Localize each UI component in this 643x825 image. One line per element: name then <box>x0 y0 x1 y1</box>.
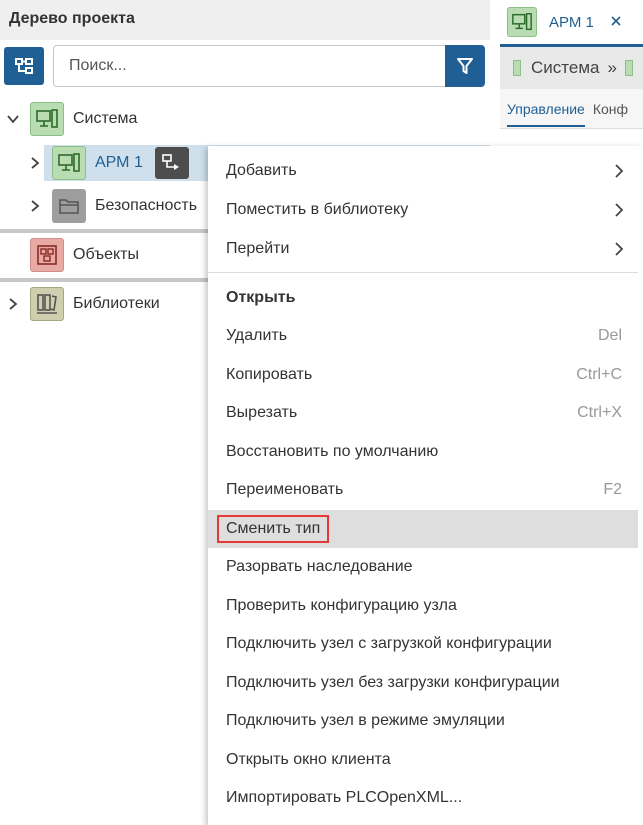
menu-divider <box>208 272 638 273</box>
tree-item-label: АРМ 1 <box>95 154 143 171</box>
menu-item-label: Импортировать PLCOpenXML... <box>226 789 463 806</box>
menu-item-label: Поместить в библиотеку <box>226 201 409 218</box>
menu-item-check-config[interactable]: Проверить конфигурацию узла <box>208 587 638 625</box>
tree-view-button[interactable] <box>4 47 44 85</box>
menu-item-label: Копировать <box>226 366 313 383</box>
menu-item-label: Удалить <box>226 327 288 344</box>
menu-item-rename[interactable]: Переименовать F2 <box>208 471 638 509</box>
menu-item-shortcut: F2 <box>603 481 622 498</box>
chevron-right-icon[interactable] <box>28 199 42 213</box>
tree-item-label: Безопасность <box>95 197 198 214</box>
subtab-control[interactable]: Управление <box>507 91 585 127</box>
tab-label: АРМ 1 <box>549 13 594 31</box>
tree-item-objects[interactable]: Объекты <box>30 237 208 273</box>
menu-item-shortcut: Ctrl+X <box>577 404 622 421</box>
node-station-icon <box>513 60 522 76</box>
menu-item-restore-defaults[interactable]: Восстановить по умолчанию <box>208 433 638 471</box>
tree-item-security[interactable]: Безопасность <box>28 188 208 224</box>
menu-item-label: Восстановить по умолчанию <box>226 443 439 460</box>
workstation-icon <box>624 60 633 76</box>
close-icon[interactable] <box>610 14 622 31</box>
move-drop-icon <box>154 147 189 179</box>
chevron-right-icon[interactable] <box>28 156 42 170</box>
tree-item-label: Библиотеки <box>73 295 160 312</box>
node-station-icon <box>30 102 64 136</box>
menu-item-copy[interactable]: Копировать Ctrl+C <box>208 356 638 394</box>
workstation-icon <box>52 146 86 180</box>
menu-item-label: Переименовать <box>226 481 344 498</box>
context-menu: Добавить Поместить в библиотеку Перейти … <box>208 146 643 825</box>
menu-item-shortcut: Ctrl+C <box>576 366 622 383</box>
tree-toolbar <box>4 45 485 87</box>
chevron-down-icon[interactable] <box>6 112 20 126</box>
menu-item-open[interactable]: Открыть <box>208 279 638 317</box>
menu-item-label: Подключить узел без загрузки конфигураци… <box>226 674 560 691</box>
menu-item-open-client-window[interactable]: Открыть окно клиента <box>208 741 638 779</box>
menu-item-cut[interactable]: Вырезать Ctrl+X <box>208 394 638 432</box>
chevron-right-icon <box>615 203 624 217</box>
subtab-config[interactable]: Конф <box>593 101 628 117</box>
workstation-icon <box>507 7 537 37</box>
menu-item-add[interactable]: Добавить <box>208 152 638 190</box>
tree-item-label: Объекты <box>73 246 139 263</box>
menu-item-shortcut: Del <box>597 327 622 344</box>
tree-item-system[interactable]: Система <box>6 101 486 137</box>
chevron-right-icon <box>615 242 624 256</box>
chevron-right-icon[interactable] <box>6 297 20 311</box>
library-icon <box>30 287 64 321</box>
search-input[interactable] <box>54 46 445 86</box>
menu-item-connect-emulation[interactable]: Подключить узел в режиме эмуляции <box>208 702 638 740</box>
menu-item-connect-with-load[interactable]: Подключить узел с загрузкой конфигурации <box>208 625 638 663</box>
menu-item-label: Вырезать <box>226 404 298 421</box>
menu-item-import-plcopenxml[interactable]: Импортировать PLCOpenXML... <box>208 779 638 817</box>
breadcrumb-item-system[interactable]: Система <box>531 58 599 78</box>
menu-item-label: Открыть <box>226 289 296 306</box>
subtab-bar: Управление Конф <box>500 89 643 129</box>
section-divider <box>0 229 208 233</box>
tab-arm1[interactable]: АРМ 1 <box>500 0 643 44</box>
editor-panel: АРМ 1 Система » Управление Конф <box>500 0 643 140</box>
search-field[interactable] <box>53 45 445 87</box>
hierarchy-icon <box>15 58 33 74</box>
filter-button[interactable] <box>445 45 485 87</box>
menu-item-label: Открыть окно клиента <box>226 751 391 768</box>
folder-icon <box>52 189 86 223</box>
chevron-right-icon <box>615 164 624 178</box>
menu-item-break-inheritance[interactable]: Разорвать наследование <box>208 548 638 586</box>
menu-item-label: Проверить конфигурацию узла <box>226 597 457 614</box>
panel-title: Дерево проекта <box>0 0 490 40</box>
menu-item-put-to-library[interactable]: Поместить в библиотеку <box>208 191 638 229</box>
menu-item-label: Сменить тип <box>217 515 330 543</box>
menu-item-label: Разорвать наследование <box>226 558 413 575</box>
menu-item-label: Подключить узел в режиме эмуляции <box>226 712 505 729</box>
breadcrumb-separator: » <box>607 58 617 77</box>
menu-item-change-type[interactable]: Сменить тип <box>208 510 638 548</box>
menu-item-label: Подключить узел с загрузкой конфигурации <box>226 635 552 652</box>
menu-item-connect-without-load[interactable]: Подключить узел без загрузки конфигураци… <box>208 664 638 702</box>
menu-item-label: Перейти <box>226 240 290 257</box>
filter-icon <box>457 58 473 74</box>
tree-item-libraries[interactable]: Библиотеки <box>6 286 208 322</box>
menu-item-delete[interactable]: Удалить Del <box>208 317 638 355</box>
objects-icon <box>30 238 64 272</box>
tree-item-label: Система <box>73 110 138 127</box>
breadcrumb: Система » <box>500 47 643 89</box>
menu-item-label: Добавить <box>226 162 297 179</box>
menu-item-go-to[interactable]: Перейти <box>208 230 638 268</box>
section-divider <box>0 278 208 282</box>
